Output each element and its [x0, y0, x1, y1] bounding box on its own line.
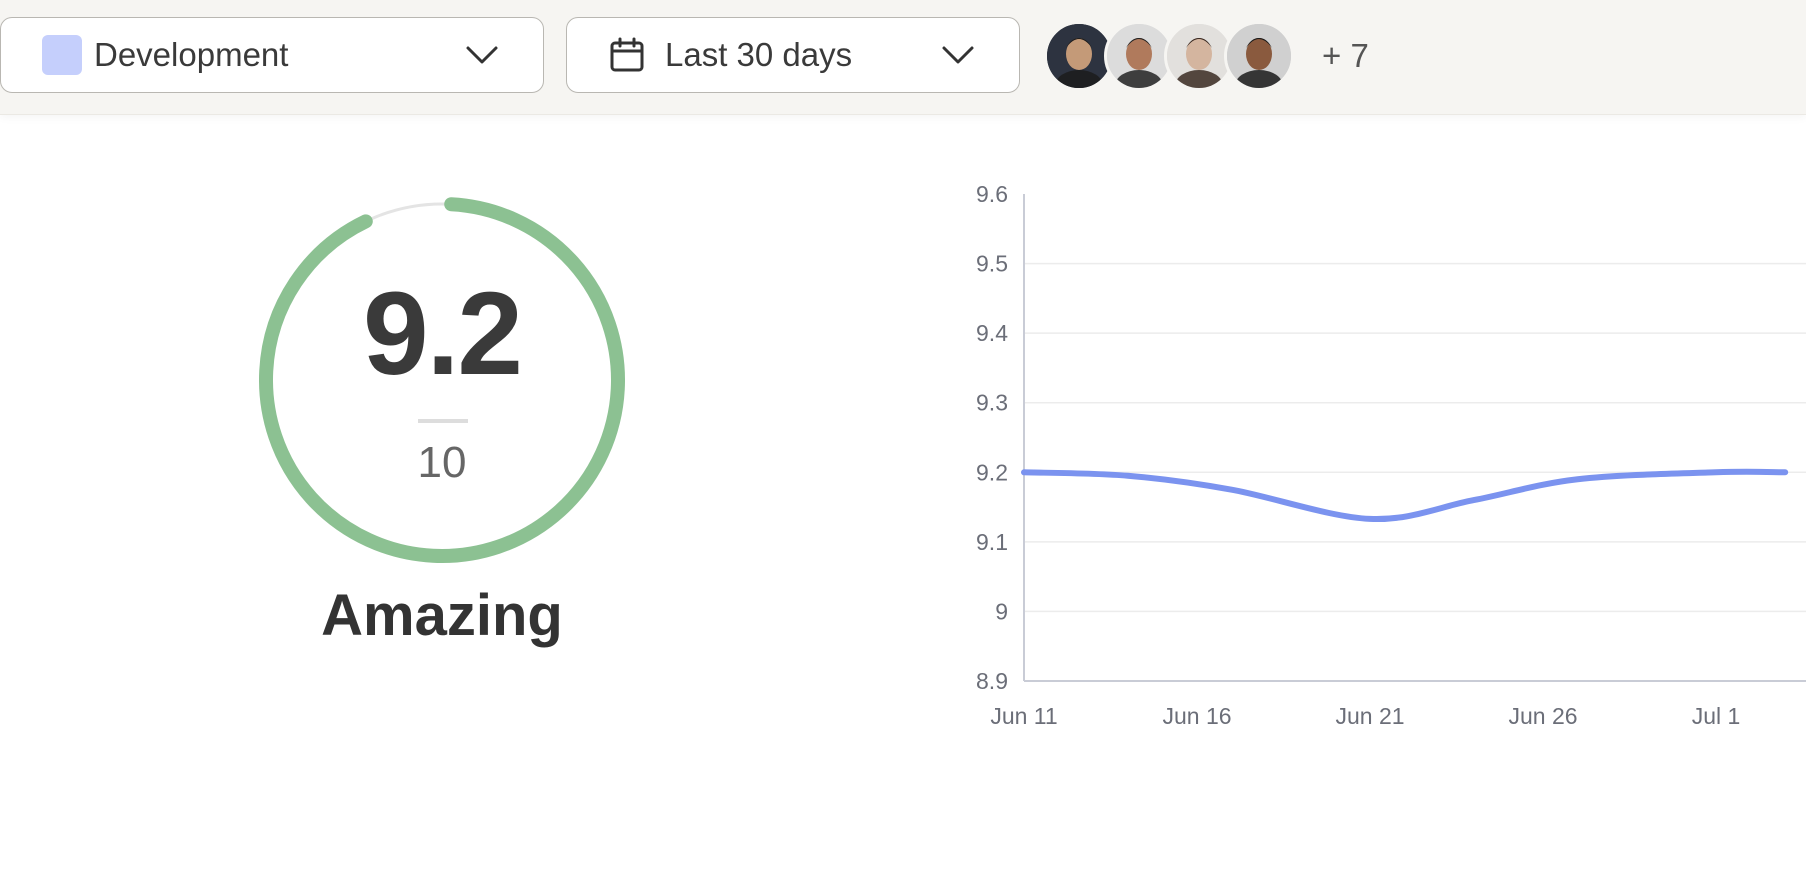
x-tick-label: Jun 11	[990, 703, 1057, 729]
y-tick-label: 9.6	[976, 181, 1008, 207]
y-tick-label: 9.3	[976, 390, 1008, 416]
filter-bar: Development Last 30 days + 7	[0, 0, 1806, 115]
y-tick-label: 9.2	[976, 459, 1008, 485]
date-range-select[interactable]: Last 30 days	[566, 17, 1020, 93]
score-rating: Amazing	[321, 583, 563, 648]
y-tick-label: 9.4	[976, 320, 1008, 346]
team-select[interactable]: Development	[0, 17, 544, 93]
score-trend-chart: 9.6 9.5 9.4 9.3 9.2 9.1 9 8.9 Jun 11 Jun 16 Jun 21…	[976, 181, 1806, 729]
chevron-down-icon	[941, 44, 975, 66]
x-tick-label: Jun 21	[1335, 703, 1404, 729]
y-tick-label: 9.1	[976, 529, 1008, 555]
y-tick-label: 9.5	[976, 251, 1008, 277]
x-tick-label: Jun 26	[1508, 703, 1577, 729]
team-select-label: Development	[94, 36, 289, 73]
y-tick-label: 8.9	[976, 668, 1008, 694]
x-tick-label: Jun 16	[1162, 703, 1231, 729]
avatar[interactable]	[1224, 21, 1294, 91]
team-members[interactable]: + 7	[1044, 19, 1369, 93]
series-line	[1021, 468, 1789, 523]
calendar-icon	[609, 37, 645, 73]
score-max: 10	[417, 438, 467, 487]
team-color-swatch	[42, 35, 82, 75]
score-divider	[418, 419, 468, 423]
x-tick-label: Jul 1	[1692, 703, 1741, 729]
chevron-down-icon	[465, 44, 499, 66]
score-value: 9.2	[362, 268, 523, 400]
date-range-label: Last 30 days	[665, 36, 853, 73]
y-tick-label: 9	[995, 598, 1008, 624]
more-members-count[interactable]: + 7	[1322, 37, 1369, 75]
